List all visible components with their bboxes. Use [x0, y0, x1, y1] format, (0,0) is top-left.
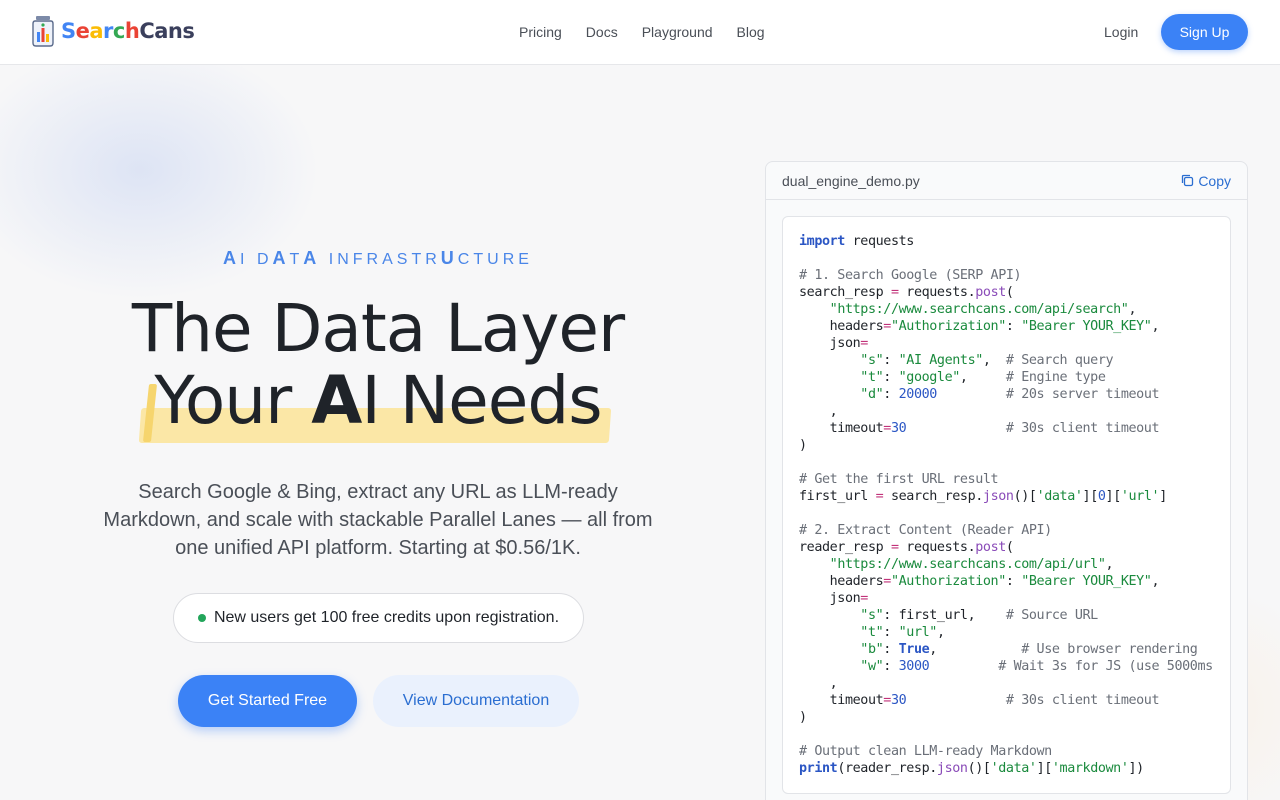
nav-pricing[interactable]: Pricing [519, 24, 562, 40]
code-panel-header: dual_engine_demo.py Copy [766, 162, 1247, 200]
sign-up-button[interactable]: Sign Up [1161, 14, 1248, 50]
brand-name-part: h [124, 19, 140, 43]
code-content: import requests # 1. Search Google (SERP… [799, 234, 1213, 776]
brand-name-part: r [103, 19, 113, 43]
brand-name-part: c [112, 19, 125, 43]
main-nav: Pricing Docs Playground Blog [519, 0, 765, 64]
top-navbar: SearchCans Pricing Docs Playground Blog … [0, 0, 1280, 65]
hero-title-line-1: The Data Layer [131, 290, 625, 367]
hero-title: The Data Layer Your AI Needs [0, 293, 756, 437]
view-documentation-button[interactable]: View Documentation [373, 675, 579, 727]
code-filename: dual_engine_demo.py [782, 172, 920, 189]
nav-playground[interactable]: Playground [642, 24, 713, 40]
hero-title-line-2: Your AI Needs [154, 362, 602, 439]
hero-eyebrow: AI DATA INFRASTRUCTURE [223, 248, 533, 268]
nav-blog[interactable]: Blog [737, 24, 765, 40]
hero-subtitle: Search Google & Bing, extract any URL as… [103, 481, 653, 559]
login-link[interactable]: Login [1104, 24, 1138, 40]
hero-title-a: A [311, 362, 362, 439]
status-dot-icon [197, 614, 206, 622]
free-credits-notice: New users get 100 free credits upon regi… [173, 593, 584, 643]
hero-title-your: Your [154, 362, 312, 439]
get-started-button[interactable]: Get Started Free [178, 675, 357, 727]
brand-name-part: S [61, 19, 76, 43]
copy-icon [1182, 174, 1194, 187]
brand-logo[interactable]: SearchCans [31, 15, 195, 47]
notice-text: New users get 100 free credits upon regi… [213, 609, 560, 626]
brand-name-part: a [89, 19, 104, 43]
code-panel: dual_engine_demo.py Copy import requests… [765, 161, 1248, 800]
hero-title-needs: I Needs [361, 362, 602, 439]
brand-name-part: e [75, 19, 90, 43]
brand-name: SearchCans [61, 19, 195, 43]
logo-jar-icon [32, 16, 54, 47]
nav-docs[interactable]: Docs [586, 24, 618, 40]
copy-label: Copy [1198, 172, 1231, 189]
code-block[interactable]: import requests # 1. Search Google (SERP… [782, 216, 1231, 794]
copy-button[interactable]: Copy [1181, 173, 1231, 189]
brand-name-part: Cans [139, 19, 195, 43]
